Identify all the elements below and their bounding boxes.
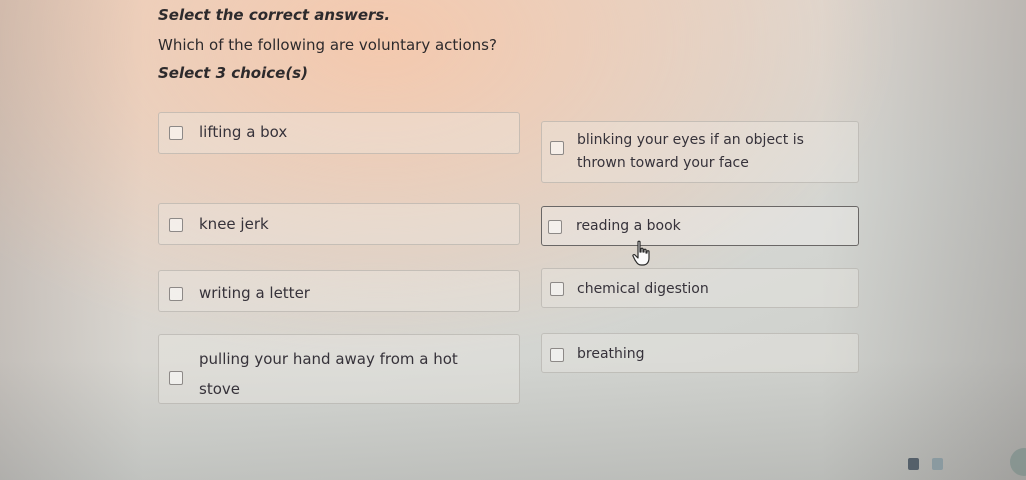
choice-reading-a-book[interactable]: reading a book (541, 206, 859, 246)
choice-label: lifting a box (199, 123, 288, 141)
choice-label-line1: blinking your eyes if an object is (577, 132, 804, 148)
instruction-text: Select the correct answers. (158, 6, 391, 24)
checkbox[interactable] (169, 126, 183, 140)
choice-breathing[interactable]: breathing (541, 333, 859, 373)
taskbar-app-icon[interactable] (908, 458, 919, 470)
choice-writing-a-letter[interactable]: writing a letter (158, 270, 520, 312)
checkbox[interactable] (169, 218, 183, 232)
taskbar-app-icon[interactable] (932, 458, 943, 470)
choice-label: writing a letter (199, 284, 310, 302)
checkbox[interactable] (550, 348, 564, 362)
choice-knee-jerk[interactable]: knee jerk (158, 203, 520, 245)
hand-pointer-icon (632, 240, 650, 266)
select-count-text: Select 3 choice(s) (158, 64, 308, 82)
checkbox[interactable] (169, 287, 183, 301)
checkbox[interactable] (550, 282, 564, 296)
choice-label-line2: thrown toward your face (577, 155, 749, 171)
checkbox[interactable] (169, 371, 183, 385)
choice-chemical-digestion[interactable]: chemical digestion (541, 268, 859, 308)
checkbox[interactable] (550, 141, 564, 155)
choice-blinking-eyes[interactable]: blinking your eyes if an object is throw… (541, 121, 859, 183)
choice-label-line1: pulling your hand away from a hot (199, 350, 458, 368)
choice-label-line2: stove (199, 380, 240, 398)
choice-lifting-a-box[interactable]: lifting a box (158, 112, 520, 154)
choice-label: chemical digestion (577, 281, 709, 297)
choice-label: breathing (577, 346, 645, 362)
choice-pulling-hand-away[interactable]: pulling your hand away from a hot stove (158, 334, 520, 404)
question-text: Which of the following are voluntary act… (158, 36, 497, 54)
assistant-bubble-icon[interactable] (1010, 448, 1026, 476)
choice-label: knee jerk (199, 215, 269, 233)
choice-label: reading a book (576, 218, 681, 234)
checkbox[interactable] (548, 220, 562, 234)
